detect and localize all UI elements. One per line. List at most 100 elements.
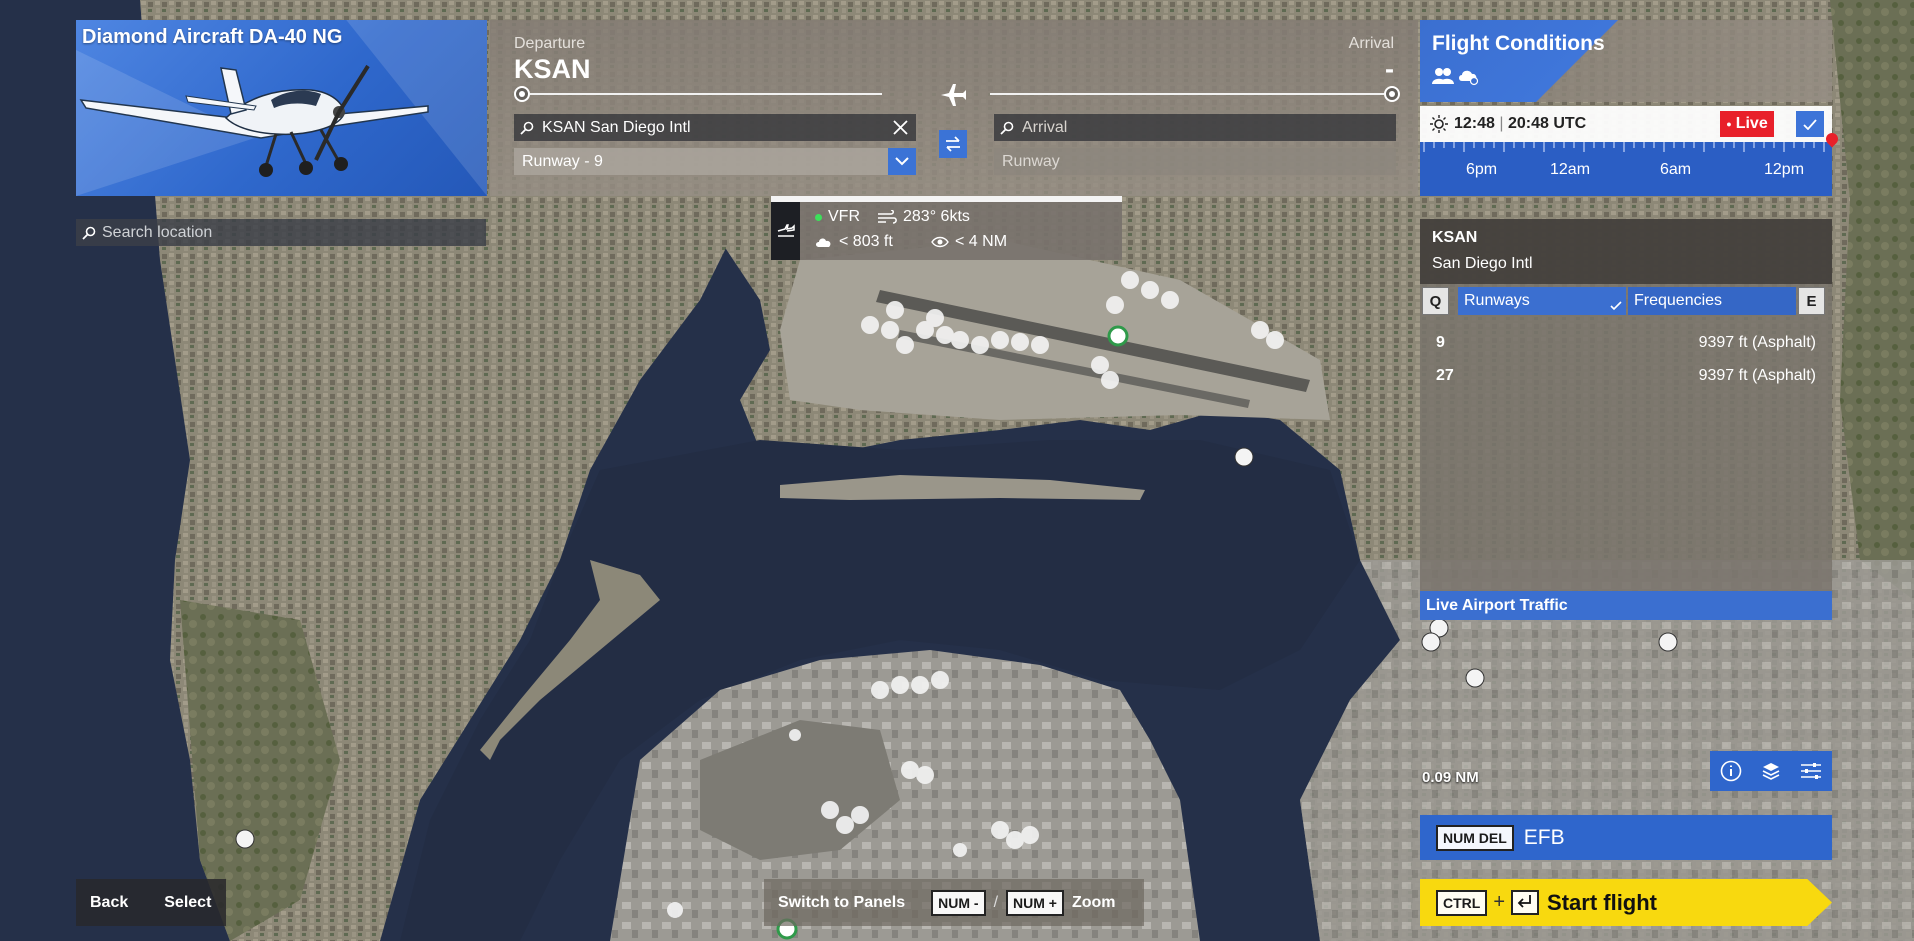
airport-code: KSAN [1432,229,1478,246]
wind-value: 283° 6kts [903,208,970,225]
back-hint[interactable]: Back [90,894,128,912]
enter-key-icon [1511,890,1540,915]
arrival-search-input[interactable] [1022,118,1372,137]
panel-zoom-hints: Switch to Panels NUM - / NUM + Zoom [764,879,1144,926]
num-plus-key: NUM + [1006,889,1064,916]
eye-icon [931,236,949,248]
navigation-hints: Back Select [76,879,226,926]
tab-frequencies-label: Frequencies [1634,292,1723,309]
arrival-dot [1384,86,1400,102]
flight-category: VFR [815,208,860,226]
vfr-status-dot [815,213,822,221]
departure-search-field[interactable] [514,114,916,141]
live-dot-icon: ● [1726,119,1732,129]
runway-id: 27 [1436,367,1454,384]
efb-button[interactable]: NUM DEL EFB [1420,815,1832,860]
timeline-label: 6am [1660,161,1692,178]
departure-dot [514,86,530,102]
multiplayer-weather-icon [1432,68,1479,86]
close-icon[interactable] [893,120,908,135]
timeline-label: 12pm [1764,161,1805,178]
departure-runway-select[interactable]: Runway - 9 [514,148,916,175]
airport-weather-popup[interactable]: VFR 283° 6kts < 803 ft < 4 NM [771,196,1122,260]
prev-tab-key[interactable]: Q [1422,287,1449,315]
arrival-runway-select[interactable]: Runway [994,148,1396,175]
aircraft-image [79,64,429,177]
search-icon [520,121,534,135]
visibility-value: < 4 NM [955,233,1008,250]
efb-label: EFB [1523,825,1565,849]
time-readout: 12:48 | 20:48 UTC [1454,115,1587,132]
flight-conditions-title: Flight Conditions [1432,32,1605,55]
timeline-label: 12am [1550,161,1591,178]
timeline-label: 6pm [1466,161,1498,178]
checkmark-icon [1610,301,1622,311]
select-hint[interactable]: Select [164,894,211,912]
aircraft-card[interactable]: Diamond Aircraft DA-40 NG [76,20,487,196]
map-tools [1710,751,1832,791]
map-scale: 0.09 NM [1422,769,1479,786]
swap-airports-button[interactable] [939,130,967,158]
tab-runways[interactable]: Runways [1458,287,1626,315]
live-checkbox[interactable] [1796,111,1824,137]
live-button[interactable]: ● Live [1720,111,1774,137]
efb-key: NUM DEL [1436,824,1514,851]
live-airport-traffic-button[interactable]: Live Airport Traffic [1420,591,1832,620]
key-separator: / [993,893,999,911]
switch-panels-hint[interactable]: Switch to Panels [778,894,905,912]
flight-category-label: VFR [828,208,860,225]
popup-top-strip [771,196,1122,202]
info-icon[interactable] [1720,760,1742,782]
runway-icon [771,202,800,260]
time-of-day-timeline[interactable]: 6pm 12am 6am 12pm [1420,142,1832,196]
tab-frequencies[interactable]: Frequencies [1628,287,1796,315]
runway-length: 9397 ft (Asphalt) [1698,367,1816,384]
search-location-bar[interactable] [76,219,486,246]
filter-settings-icon[interactable] [1800,762,1822,780]
sun-icon [1430,115,1448,133]
arrival-search-field[interactable] [994,114,1396,141]
ctrl-key: CTRL [1436,889,1488,916]
route-line-left [530,93,882,95]
arrival-code: - [1385,54,1394,84]
arrival-runway-value: Runway [1002,152,1060,170]
departure-code: KSAN [514,54,591,84]
airport-info-panel: KSAN San Diego Intl Q Runways Frequencie… [1420,219,1832,591]
arrival-label: Arrival [1348,35,1394,52]
next-tab-key[interactable]: E [1798,287,1825,315]
start-flight-button[interactable]: CTRL + Start flight [1420,879,1832,926]
runway-length: 9397 ft (Asphalt) [1698,334,1816,351]
runway-row[interactable]: 27 9397 ft (Asphalt) [1436,367,1816,385]
departure-search-input[interactable] [542,118,892,137]
zoom-hint[interactable]: Zoom [1072,894,1116,912]
start-flight-label: Start flight [1547,889,1658,915]
live-label: Live [1735,115,1768,132]
search-icon [1000,121,1014,135]
runway-row[interactable]: 9 9397 ft (Asphalt) [1436,334,1816,352]
runway-id: 9 [1436,334,1445,351]
utc-time: 20:48 UTC [1507,115,1587,132]
timeline-ticks [1423,142,1825,152]
aircraft-name: Diamond Aircraft DA-40 NG [82,26,343,48]
swap-icon [946,136,960,152]
departure-runway-value: Runway - 9 [522,152,603,170]
departure-label: Departure [514,35,586,52]
visibility-info: < 4 NM [931,233,1007,251]
search-location-input[interactable] [102,223,462,242]
search-icon [82,226,96,240]
cloud-icon [816,238,831,247]
chevron-down-icon[interactable] [888,148,916,175]
wind-info: 283° 6kts [877,208,970,226]
key-plus: + [1493,891,1506,913]
route-panel: Departure KSAN Arrival - Runway - 9 Runw… [490,20,1418,196]
ceiling-info: < 803 ft [815,233,893,251]
ceiling-value: < 803 ft [839,233,893,250]
time-bar[interactable]: 12:48 | 20:48 UTC ● Live [1420,106,1832,142]
airport-header: KSAN San Diego Intl [1420,219,1832,284]
tab-runways-label: Runways [1464,292,1530,309]
flight-conditions-panel[interactable]: Flight Conditions [1420,20,1832,102]
layers-icon[interactable] [1761,761,1781,781]
checkmark-icon [1803,118,1817,130]
local-time: 12:48 [1454,115,1495,132]
num-minus-key: NUM - [931,889,986,916]
